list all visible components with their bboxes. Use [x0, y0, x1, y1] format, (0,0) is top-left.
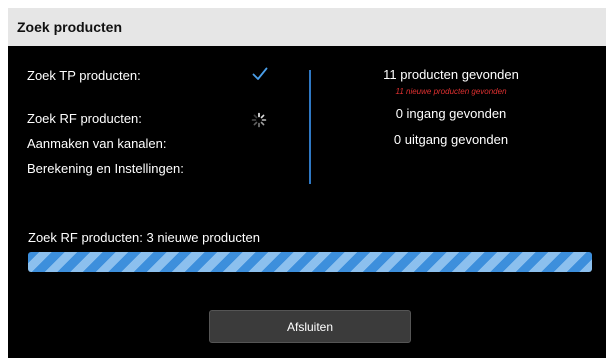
- progress-status-text: Zoek RF producten: 3 nieuwe producten: [28, 230, 260, 245]
- step-label-search-tp: Zoek TP producten:: [27, 68, 141, 83]
- spinner-icon: [251, 112, 267, 128]
- progress-bar-fill: [28, 252, 592, 272]
- products-found-text: 11 producten gevonden: [383, 67, 519, 82]
- search-products-dialog: Zoek producten Zoek TP producten: Zoek R…: [8, 8, 606, 358]
- step-label-search-rf: Zoek RF producten:: [27, 111, 142, 126]
- progress-bar: [28, 252, 592, 272]
- dialog-titlebar: Zoek producten: [8, 8, 606, 46]
- step-label-create-channels: Aanmaken van kanalen:: [27, 136, 167, 151]
- step-label-calculation-settings: Berekening en Instellingen:: [27, 161, 184, 176]
- dialog-title: Zoek producten: [17, 19, 123, 35]
- inputs-found-text: 0 ingang gevonden: [395, 106, 507, 121]
- outputs-found-text: 0 uitgang gevonden: [393, 132, 509, 147]
- section-divider: [309, 70, 311, 184]
- close-button[interactable]: Afsluiten: [209, 310, 411, 343]
- new-products-note: 11 nieuwe producten gevonden: [395, 87, 507, 96]
- check-icon: [252, 67, 268, 80]
